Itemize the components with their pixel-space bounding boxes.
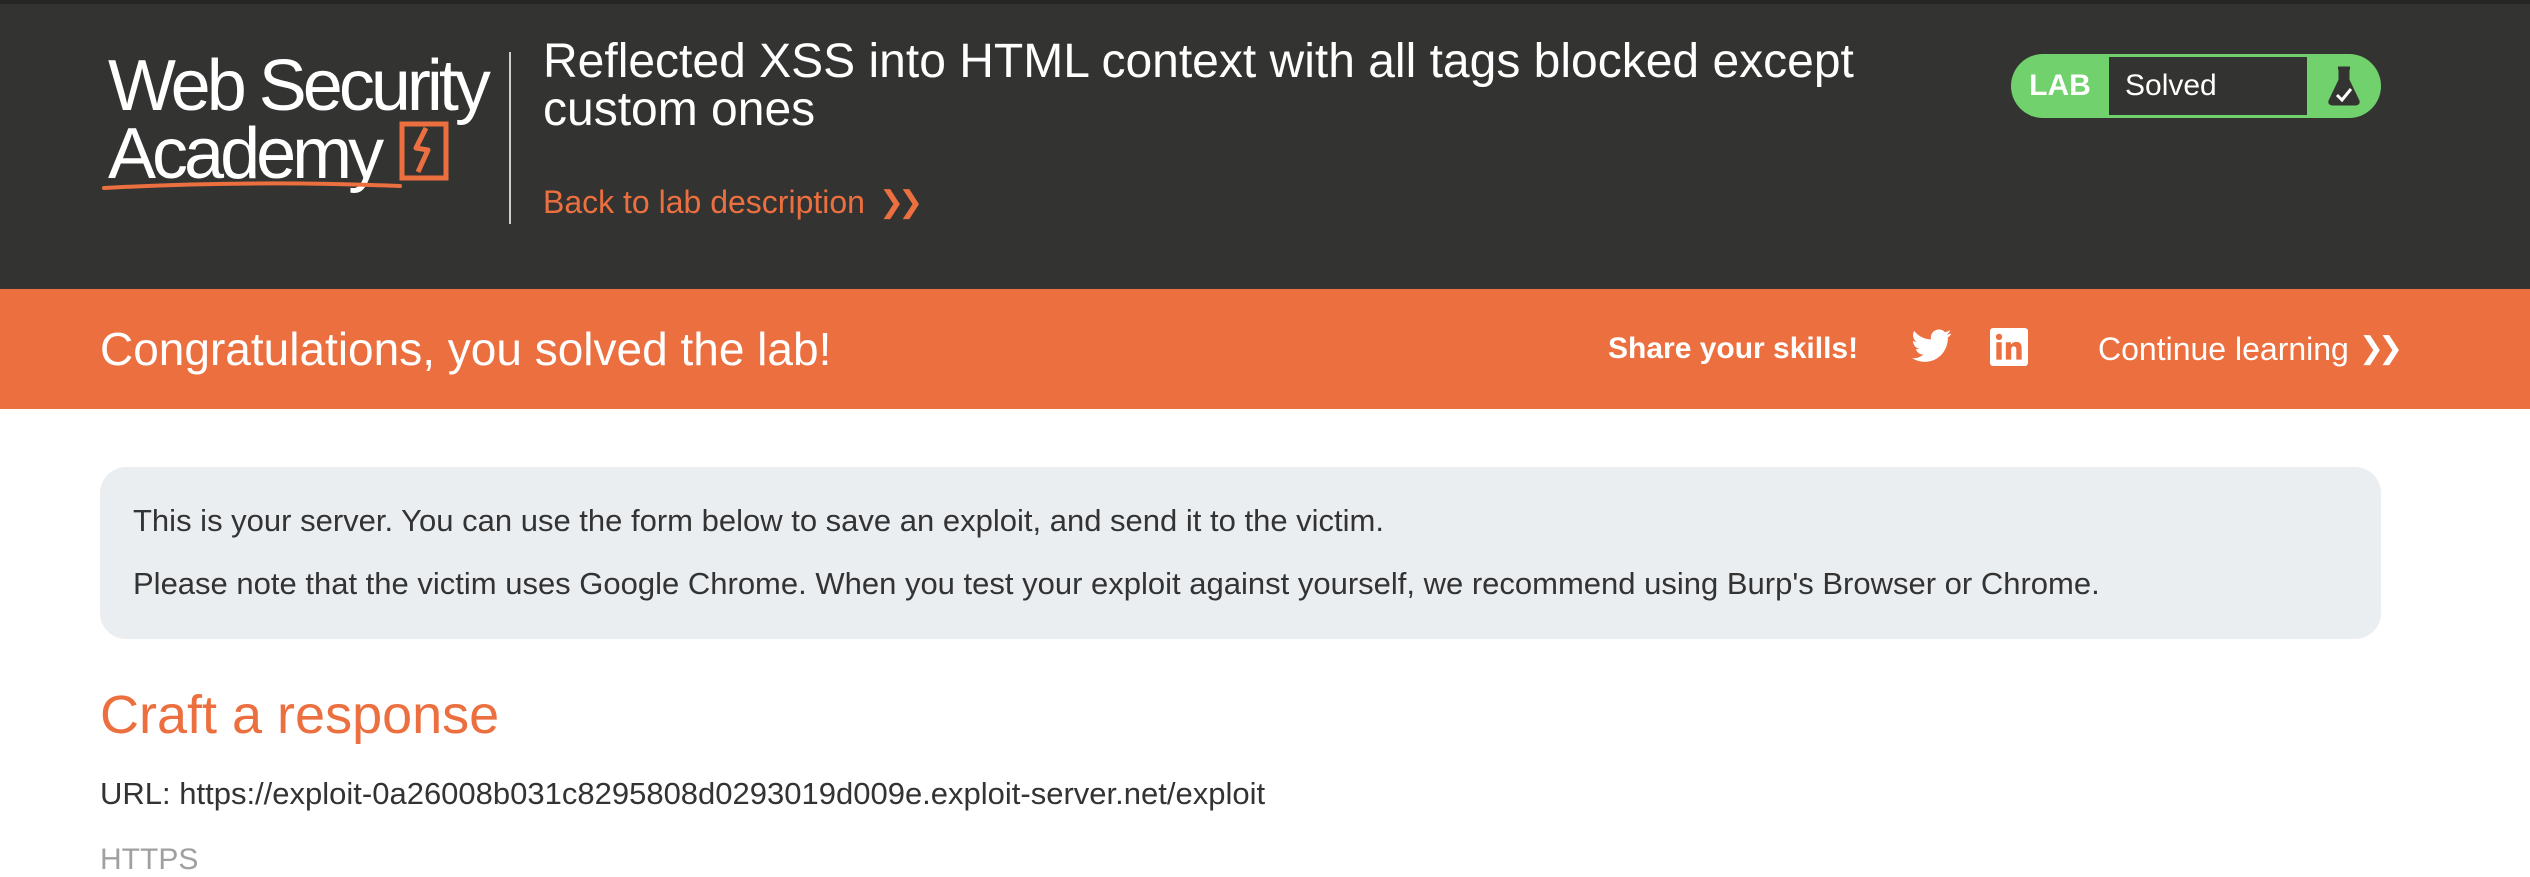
logo-underline [102,181,402,190]
double-chevron-right-icon: ❯❯ [2358,332,2403,365]
notice-line-1: This is your server. You can use the for… [133,503,1384,538]
server-notice: This is your server. You can use the for… [100,467,2381,639]
back-link-label: Back to lab description [543,184,865,220]
back-to-description-link[interactable]: Back to lab description ❯❯ [543,184,923,221]
logo-emblem-icon [399,121,449,181]
https-label: HTTPS [100,843,199,876]
congratulations-message: Congratulations, you solved the lab! [100,323,832,375]
continue-learning-label: Continue learning [2098,331,2349,367]
lab-title: Reflected XSS into HTML context with all… [543,35,1854,136]
header-divider [509,52,511,224]
flask-check-icon [2307,65,2381,107]
twitter-icon[interactable] [1912,329,1952,368]
craft-response-heading: Craft a response [100,685,500,745]
solved-banner: Congratulations, you solved the lab! Sha… [0,289,2530,409]
lab-status-widget: LAB Solved [2011,54,2381,118]
share-label: Share your skills! [1608,332,1859,365]
lab-badge: LAB [2029,69,2091,102]
double-chevron-right-icon: ❯❯ [878,186,923,219]
linkedin-icon[interactable] [1990,328,2028,371]
exploit-url: URL: https://exploit-0a26008b031c8295808… [100,776,1266,811]
logo-line-1: Web Security [108,46,491,126]
page-header: Web Security Academy Reflected XSS into … [0,4,2530,289]
notice-line-2: Please note that the victim uses Google … [133,566,2100,601]
continue-learning-link[interactable]: Continue learning ❯❯ [2098,289,2403,409]
status-text: Solved [2109,57,2307,115]
academy-logo[interactable]: Web Security Academy [100,46,510,196]
